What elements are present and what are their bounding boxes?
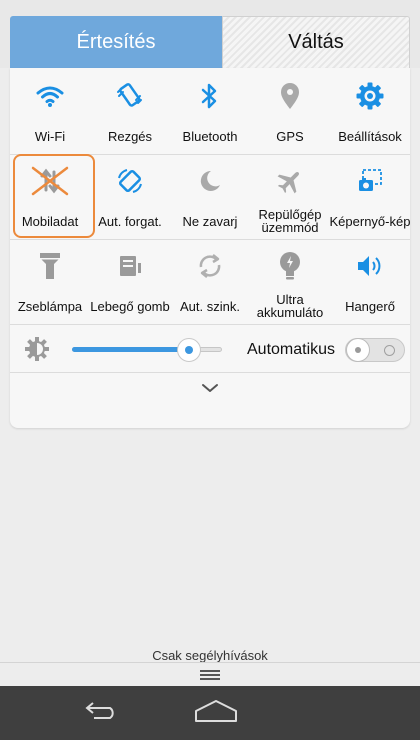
drag-handle-icon[interactable] — [199, 668, 221, 682]
tile-label: Wi-Fi — [34, 128, 66, 144]
floating-button-icon — [110, 246, 150, 286]
vibrate-icon — [110, 76, 150, 116]
auto-rotate-icon — [110, 161, 150, 201]
tile-airplane-mode[interactable]: Repülőgép üzemmód — [250, 155, 330, 239]
tile-do-not-disturb[interactable]: Ne zavarj — [170, 155, 250, 239]
tile-auto-rotate[interactable]: Aut. forgat. — [90, 155, 170, 239]
divider — [0, 662, 420, 663]
flashlight-icon — [30, 246, 70, 286]
toggle-row-3: Zseblámpa Lebegő gomb Aut. szink. Ultra … — [10, 240, 410, 324]
location-icon — [270, 76, 310, 116]
navigation-bar — [0, 686, 420, 740]
brightness-slider-fill — [72, 347, 189, 352]
tab-notifications[interactable]: Értesítés — [10, 16, 222, 68]
tile-flashlight[interactable]: Zseblámpa — [10, 240, 90, 324]
tile-ultra-battery[interactable]: Ultra akkumuláto — [250, 240, 330, 324]
expand-chevron-button[interactable] — [195, 378, 225, 402]
tile-auto-sync[interactable]: Aut. szink. — [170, 240, 250, 324]
tile-label: Rezgés — [107, 128, 153, 144]
tile-label: Ne zavarj — [182, 213, 238, 229]
tile-label: GPS — [276, 128, 304, 144]
brightness-icon — [24, 336, 50, 362]
tile-bluetooth[interactable]: Bluetooth — [170, 70, 250, 154]
tile-label: Zseblámpa — [17, 298, 83, 314]
brightness-slider-handle[interactable] — [177, 338, 201, 362]
home-icon — [193, 699, 239, 728]
tile-label: Aut. forgat. — [98, 213, 162, 229]
tile-settings[interactable]: Beállítások — [330, 70, 410, 154]
tile-label: Képernyő-kép — [329, 213, 411, 229]
screenshot-icon — [350, 161, 390, 201]
sync-icon — [190, 246, 230, 286]
toggle-off-indicator — [384, 345, 395, 356]
auto-brightness-label: Automatikus — [247, 341, 336, 358]
tab-bar: Értesítés Váltás — [0, 0, 420, 68]
brightness-row: Automatikus — [10, 324, 410, 372]
highlight-box — [13, 154, 95, 238]
divider — [10, 372, 410, 373]
toggle-knob — [346, 338, 370, 362]
tile-vibrate[interactable]: Rezgés — [90, 70, 170, 154]
tile-gps[interactable]: GPS — [250, 70, 330, 154]
wifi-icon — [30, 76, 70, 116]
back-icon — [82, 701, 122, 726]
emergency-calls-text: Csak segélyhívások — [152, 648, 268, 663]
tile-screenshot[interactable]: Képernyő-kép — [330, 155, 410, 239]
moon-icon — [190, 161, 230, 201]
tile-label: Bluetooth — [182, 128, 238, 144]
volume-icon — [350, 246, 390, 286]
back-button[interactable] — [72, 696, 132, 730]
battery-bulb-icon — [270, 246, 310, 286]
tab-switches[interactable]: Váltás — [222, 16, 410, 68]
tile-wifi[interactable]: Wi-Fi — [10, 70, 90, 154]
quick-settings-panel: Wi-Fi Rezgés Bluetooth GPS Beállítások M… — [10, 68, 410, 428]
tile-label: Lebegő gomb — [90, 298, 170, 314]
home-button[interactable] — [186, 696, 246, 730]
airplane-icon — [270, 161, 310, 201]
tile-label: Beállítások — [338, 128, 402, 144]
tile-label: Repülőgép üzemmód — [258, 207, 322, 235]
auto-brightness-toggle[interactable] — [345, 338, 405, 362]
bluetooth-icon — [190, 76, 230, 116]
tile-floating-button[interactable]: Lebegő gomb — [90, 240, 170, 324]
tile-label: Ultra akkumuláto — [256, 292, 324, 320]
tile-volume[interactable]: Hangerő — [330, 240, 410, 324]
gear-icon — [350, 76, 390, 116]
chevron-down-icon — [200, 381, 220, 399]
tile-label: Aut. szink. — [180, 298, 240, 314]
tile-label: Hangerő — [345, 298, 395, 314]
toggle-row-1: Wi-Fi Rezgés Bluetooth GPS Beállítások — [10, 70, 410, 154]
